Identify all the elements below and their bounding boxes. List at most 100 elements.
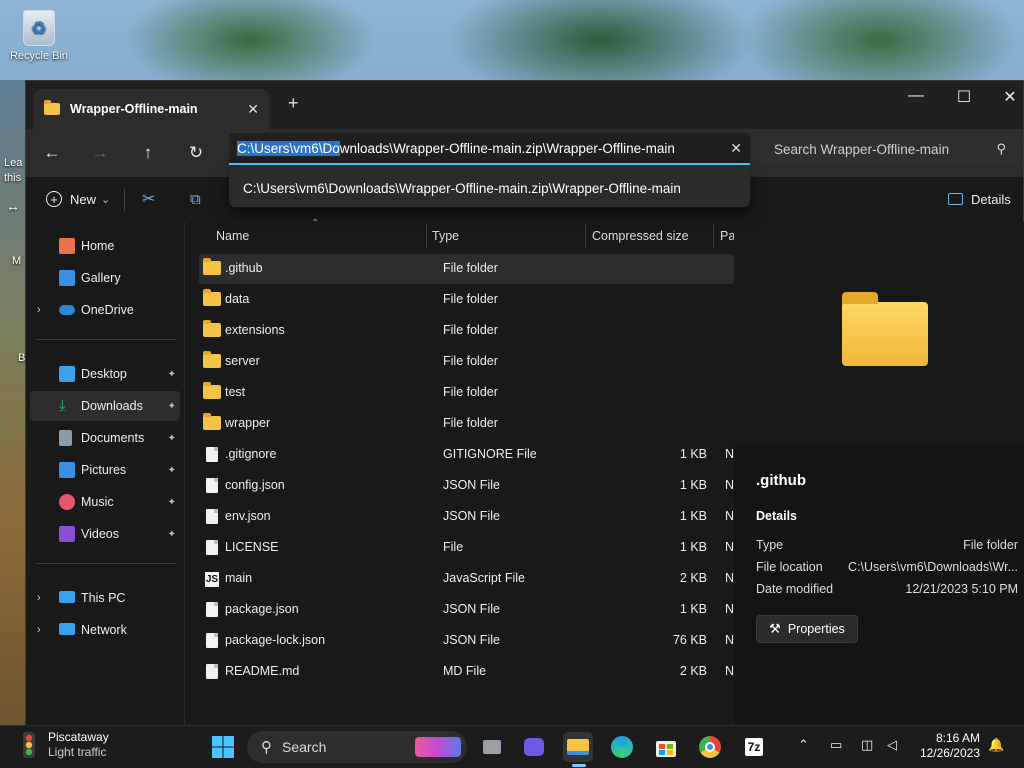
copy-icon[interactable]: ⧉ [190, 187, 201, 211]
sidebar-item-videos[interactable]: Videos ✦ [26, 519, 184, 549]
start-button[interactable] [208, 732, 238, 762]
network-status-icon[interactable]: ▭ [830, 737, 842, 753]
videos-icon [59, 526, 75, 542]
file-row[interactable]: README.md MD File 2 KB No [199, 657, 735, 687]
tab-title: Wrapper-Offline-main [70, 102, 198, 116]
clear-address-button[interactable]: ✕ [730, 140, 742, 157]
forward-button[interactable]: → [88, 141, 112, 165]
file-row[interactable]: config.json JSON File 1 KB No [199, 471, 735, 501]
file-name: package.json [225, 602, 299, 616]
file-row[interactable]: .gitignore GITIGNORE File 1 KB No [199, 440, 735, 470]
file-row[interactable]: data File folder [199, 285, 734, 315]
column-header-compressed-size[interactable]: Compressed size [592, 222, 710, 250]
file-row[interactable]: test File folder [199, 378, 734, 408]
edge-browser-icon[interactable] [607, 732, 637, 762]
file-row[interactable]: package.json JSON File 1 KB No [199, 595, 735, 625]
column-divider[interactable] [585, 224, 586, 248]
details-key: Type [756, 538, 784, 552]
sidebar-item-onedrive[interactable]: › OneDrive [26, 295, 184, 325]
new-tab-button[interactable]: + [288, 93, 299, 114]
column-divider[interactable] [713, 224, 714, 248]
weather-widget[interactable]: Piscataway Light traffic [18, 730, 109, 760]
file-row[interactable]: .github File folder [199, 254, 734, 284]
refresh-button[interactable]: ↻ [184, 141, 208, 165]
file-type: File [443, 540, 464, 554]
details-pane-button[interactable]: Details [948, 187, 1011, 211]
file-row[interactable]: LICENSE File 1 KB No [199, 533, 735, 563]
back-button[interactable]: ← [40, 141, 64, 165]
volume-muted-icon[interactable]: ◁ [887, 737, 897, 753]
preview-area [734, 222, 1024, 444]
sidebar-item-pictures[interactable]: Pictures ✦ [26, 455, 184, 485]
pin-icon: ✦ [167, 400, 176, 412]
onedrive-icon [59, 305, 75, 315]
file-row[interactable]: JS main JavaScript File 2 KB No [199, 564, 735, 594]
sidebar-item-music[interactable]: Music ✦ [26, 487, 184, 517]
sidebar-item-desktop[interactable]: Desktop ✦ [26, 359, 184, 389]
search-input[interactable]: Search Wrapper-Offline-main ⚲ [760, 133, 1020, 165]
plus-icon: + [46, 191, 62, 207]
folder-preview-icon [842, 292, 928, 366]
file-type: File folder [443, 261, 498, 275]
file-type: File folder [443, 323, 498, 337]
cut-icon[interactable]: ✂ [142, 187, 155, 211]
column-divider[interactable] [426, 224, 427, 248]
chat-app-icon[interactable] [519, 732, 549, 762]
file-icon [206, 509, 218, 524]
network-icon [59, 623, 75, 635]
minimize-button[interactable]: — [896, 87, 936, 105]
file-compressed-size: 1 KB [679, 540, 707, 554]
sidebar-item-label: Gallery [81, 271, 121, 285]
microsoft-store-icon[interactable] [651, 732, 681, 762]
file-type: JSON File [443, 478, 500, 492]
address-remaining-text: wnloads\Wrapper-Offline-main.zip\Wrapper… [339, 140, 675, 156]
task-view-icon[interactable] [477, 732, 507, 762]
notification-bell-icon[interactable]: 🔔 [988, 737, 1004, 753]
column-header-password-protected[interactable]: Pa [720, 222, 734, 250]
file-row[interactable]: package-lock.json JSON File 76 KB No [199, 626, 735, 656]
show-hidden-icons-button[interactable]: ⌃ [798, 737, 809, 753]
details-section-heading: Details [756, 509, 797, 523]
properties-button[interactable]: ⚒ Properties [756, 615, 858, 643]
pictures-icon [59, 462, 75, 478]
column-header-name[interactable]: Name [216, 222, 426, 250]
close-window-button[interactable]: ✕ [990, 87, 1024, 107]
sidebar-item-home[interactable]: Home [26, 231, 184, 261]
resize-cursor-icon: ↔ [6, 198, 20, 214]
chevron-right-icon[interactable]: › [37, 624, 41, 636]
column-header-type[interactable]: Type [432, 222, 582, 250]
7zip-icon[interactable]: 7z [739, 732, 769, 762]
desktop-icon-label-fragment: M [12, 255, 22, 267]
sidebar-item-documents[interactable]: Documents ✦ [26, 423, 184, 453]
chevron-right-icon[interactable]: › [37, 592, 41, 604]
folder-icon [203, 258, 221, 275]
address-suggestion-item[interactable]: C:\Users\vm6\Downloads\Wrapper-Offline-m… [229, 169, 750, 207]
up-button[interactable]: ↑ [136, 141, 160, 165]
file-row[interactable]: wrapper File folder [199, 409, 734, 439]
file-row[interactable]: env.json JSON File 1 KB No [199, 502, 735, 532]
display-icon[interactable]: ◫ [861, 737, 873, 753]
taskbar-search[interactable]: ⚲ Search [247, 731, 467, 763]
details-label: Details [971, 191, 1011, 207]
recycle-bin-desktop-icon[interactable]: ♻ Recycle Bin [6, 10, 72, 62]
column-header-label: Name [216, 229, 250, 243]
file-row[interactable]: extensions File folder [199, 316, 734, 346]
new-button[interactable]: + New ⌄ [46, 187, 110, 211]
file-row[interactable]: server File folder [199, 347, 734, 377]
file-icon [206, 602, 218, 617]
file-name: LICENSE [225, 540, 279, 554]
system-clock[interactable]: 8:16 AM 12/26/2023 [918, 731, 980, 761]
close-tab-button[interactable]: ✕ [247, 101, 259, 118]
address-bar-input[interactable]: C:\Users\vm6\Downloads\Wrapper-Offline-m… [229, 133, 750, 165]
sidebar-item-network[interactable]: › Network [26, 615, 184, 645]
sidebar-item-downloads[interactable]: ⤓ Downloads ✦ [30, 391, 180, 421]
tab-wrapper-offline-main[interactable]: Wrapper-Offline-main ✕ [34, 89, 269, 129]
sidebar-item-this-pc[interactable]: › This PC [26, 583, 184, 613]
maximize-button[interactable]: ☐ [944, 87, 984, 107]
sidebar-item-gallery[interactable]: Gallery [26, 263, 184, 293]
sidebar-item-label: This PC [81, 591, 126, 605]
file-explorer-taskbar-icon[interactable] [563, 732, 593, 762]
chevron-right-icon[interactable]: › [37, 304, 41, 316]
details-item-name: .github [756, 472, 806, 489]
chrome-browser-icon[interactable] [695, 732, 725, 762]
